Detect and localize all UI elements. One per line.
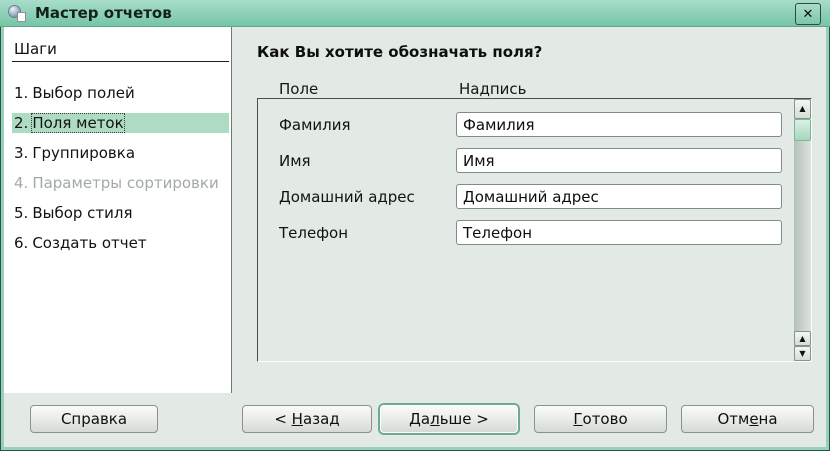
finish-button[interactable]: Готово — [534, 405, 667, 433]
label-input-surname[interactable] — [456, 112, 782, 137]
vertical-scrollbar[interactable]: ▲ ▲ ▼ — [794, 99, 811, 361]
field-row: Имя — [258, 148, 793, 173]
button-row: Справка < Назад Дальше > Готово Отмена — [4, 393, 826, 447]
scrollbar-thumb[interactable] — [794, 119, 811, 141]
column-header-field: Поле — [279, 80, 318, 98]
sidebar-item-create-report[interactable]: 6.Создать отчет — [12, 233, 229, 253]
titlebar[interactable]: Мастер отчетов ✕ — [0, 0, 830, 27]
report-wizard-icon — [8, 5, 27, 22]
label-input-firstname[interactable] — [456, 148, 782, 173]
field-row: Домашний адрес — [258, 184, 793, 209]
sidebar-item-select-fields[interactable]: 1.Выбор полей — [12, 83, 229, 103]
main-panel: Как Вы хотите обозначать поля? Поле Надп… — [232, 27, 826, 393]
field-label-panel: Фамилия Имя Домашний адрес Телефон ▲ ▲ ▼ — [257, 98, 812, 362]
dialog-body: Шаги 1.Выбор полей 2.Поля меток 3.Группи… — [4, 27, 826, 447]
sidebar-item-choose-layout[interactable]: 5.Выбор стиля — [12, 203, 229, 223]
scrollbar-track[interactable] — [794, 141, 811, 331]
sidebar-item-sort-options: 4.Параметры сортировки — [12, 173, 229, 193]
back-button[interactable]: < Назад — [242, 405, 372, 433]
label-input-phone[interactable] — [456, 220, 782, 245]
steps-list: 1.Выбор полей 2.Поля меток 3.Группировка… — [4, 83, 231, 253]
sidebar-item-grouping[interactable]: 3.Группировка — [12, 143, 229, 163]
label-input-home-address[interactable] — [456, 184, 782, 209]
help-button[interactable]: Справка — [30, 405, 158, 433]
document-icon — [17, 12, 26, 22]
page-title: Как Вы хотите обозначать поля? — [257, 43, 542, 61]
next-button[interactable]: Дальше > — [380, 405, 518, 433]
close-button[interactable]: ✕ — [795, 3, 821, 25]
field-row: Фамилия — [258, 112, 793, 137]
steps-header: Шаги — [12, 40, 229, 62]
field-row: Телефон — [258, 220, 793, 245]
scroll-up-icon[interactable]: ▲ — [794, 99, 811, 119]
scroll-up-icon[interactable]: ▲ — [794, 331, 811, 346]
window-title: Мастер отчетов — [35, 4, 172, 22]
field-name-label: Имя — [279, 152, 311, 170]
field-name-label: Домашний адрес — [279, 188, 415, 206]
field-name-label: Фамилия — [279, 116, 351, 134]
column-header-label: Надпись — [459, 80, 527, 98]
cancel-button[interactable]: Отмена — [681, 405, 814, 433]
sidebar-item-labeling-fields[interactable]: 2.Поля меток — [12, 113, 229, 133]
steps-sidebar: Шаги 1.Выбор полей 2.Поля меток 3.Группи… — [4, 27, 232, 393]
scroll-down-icon[interactable]: ▼ — [794, 346, 811, 361]
field-name-label: Телефон — [279, 224, 348, 242]
